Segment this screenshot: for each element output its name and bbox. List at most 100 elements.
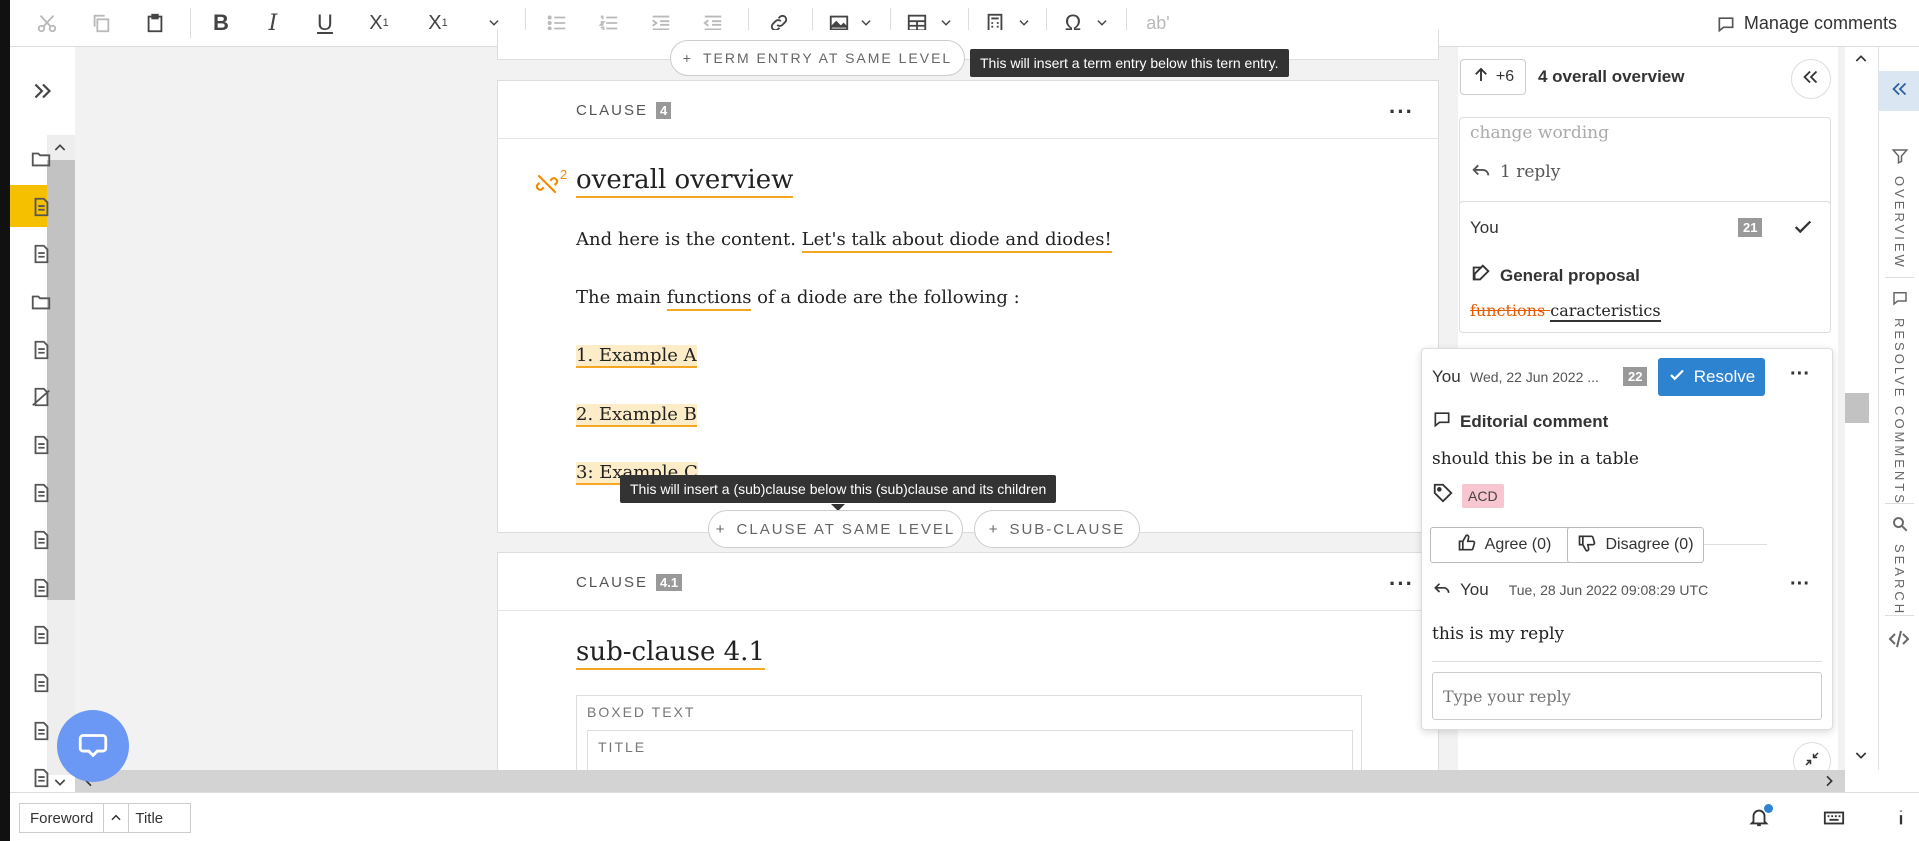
breadcrumb-title[interactable]: Title — [129, 810, 169, 827]
commented-text: Let's talk about diode and diodes! — [801, 229, 1112, 253]
arrow-up-icon — [1472, 66, 1490, 89]
tab-overview[interactable]: OVERVIEW — [1879, 147, 1919, 270]
plus-icon: + — [715, 520, 727, 538]
disagree-button[interactable]: Disagree (0) — [1567, 527, 1704, 563]
paragraph-2[interactable]: The main functions of a diode are the fo… — [576, 287, 1020, 311]
keyboard-icon[interactable] — [1822, 807, 1846, 834]
checkmark-icon[interactable] — [1792, 216, 1814, 243]
bold-icon[interactable]: B — [206, 8, 236, 38]
breadcrumb-chevron-up-icon[interactable] — [103, 804, 130, 832]
comment-group-header: +6 4 overall overview — [1458, 55, 1830, 99]
thumbs-down-icon — [1577, 533, 1597, 558]
tab-resolve-comments[interactable]: RESOLVE COMMENTS — [1879, 289, 1919, 506]
clause-title[interactable]: sub-clause 4.1 — [576, 637, 765, 670]
italic-icon[interactable]: I — [258, 8, 288, 38]
notification-bell-icon[interactable] — [1748, 804, 1773, 833]
paragraph-1[interactable]: And here is the content. Let's talk abou… — [576, 229, 1112, 253]
scroll-down-icon[interactable] — [1853, 747, 1869, 768]
manage-comments-label: Manage comments — [1743, 13, 1897, 33]
info-icon[interactable] — [1890, 806, 1912, 833]
status-bar: Foreword Title — [10, 792, 1919, 841]
panel-scrollbar[interactable] — [1845, 47, 1878, 770]
collapse-sidebar-button[interactable] — [1879, 71, 1919, 111]
expand-group-button[interactable]: +6 — [1460, 59, 1526, 95]
nav-folder-icon[interactable] — [30, 148, 52, 170]
reply-input[interactable] — [1432, 672, 1822, 720]
scroll-right-icon[interactable] — [1821, 773, 1837, 794]
reply-more-icon[interactable]: ··· — [1790, 573, 1810, 596]
nav-document-icon[interactable] — [30, 720, 52, 742]
reply-icon — [1470, 158, 1492, 185]
scroll-up-icon[interactable] — [1853, 51, 1869, 72]
sub-clause-button[interactable]: + SUB-CLAUSE — [974, 510, 1140, 548]
clause-4-1-card[interactable]: CLAUSE 4.1 ··· sub-clause 4.1 BOXED TEXT… — [497, 552, 1439, 785]
nav-document-icon[interactable] — [30, 767, 52, 789]
cut-icon[interactable] — [32, 8, 62, 38]
edit-icon — [1470, 262, 1492, 289]
nav-scroll-up-icon[interactable] — [52, 140, 68, 161]
scroll-thumb[interactable] — [1845, 393, 1869, 423]
tag-badge[interactable]: ACD — [1462, 483, 1504, 508]
nav-document-icon[interactable] — [30, 339, 52, 361]
clause-4-card[interactable]: CLAUSE 4 ··· 2 overall overview And here… — [497, 80, 1439, 533]
tag-icon — [1432, 482, 1454, 509]
subscript-icon[interactable]: X1 — [362, 8, 396, 38]
expand-nav-icon[interactable] — [30, 78, 56, 104]
breadcrumb-foreword[interactable]: Foreword — [20, 810, 103, 827]
collapse-panel-button[interactable] — [1791, 59, 1831, 99]
paste-icon[interactable] — [140, 8, 170, 38]
code-icon[interactable] — [1887, 627, 1911, 656]
comment-date: Wed, 22 Jun 2022 ... — [1470, 369, 1599, 385]
resolve-button[interactable]: Resolve — [1658, 358, 1765, 396]
clause-number: 4 — [656, 101, 672, 119]
clause-title[interactable]: overall overview — [576, 165, 794, 198]
tab-search[interactable]: SEARCH — [1879, 515, 1919, 616]
term-entry-tooltip: This will insert a term entry below this… — [970, 49, 1289, 77]
broken-link-icon[interactable]: 2 — [534, 167, 567, 197]
copy-icon[interactable] — [86, 8, 116, 38]
check-icon — [1668, 366, 1686, 389]
double-chevron-left-icon — [1800, 66, 1822, 93]
breadcrumb: Foreword Title — [19, 803, 191, 833]
chat-bubble-icon — [76, 727, 110, 766]
plus-icon: + — [682, 50, 693, 66]
nav-document-icon[interactable] — [30, 672, 52, 694]
manage-comments-button[interactable]: Manage comments — [1716, 0, 1897, 47]
agree-button[interactable]: Agree (0) — [1430, 527, 1578, 563]
side-tabs: OVERVIEW RESOLVE COMMENTS SEARCH — [1878, 47, 1919, 770]
term-entry-same-level-button[interactable]: + TERM ENTRY AT SAME LEVEL — [670, 40, 965, 76]
chat-support-button[interactable] — [57, 710, 129, 782]
clause-same-level-button[interactable]: + CLAUSE AT SAME LEVEL — [708, 510, 963, 548]
nav-document-icon[interactable] — [30, 243, 52, 265]
nav-document-icon[interactable] — [30, 434, 52, 456]
clause-more-icon[interactable]: ··· — [1389, 99, 1414, 125]
horizontal-scrollbar[interactable] — [75, 770, 1845, 792]
nav-folder-icon[interactable] — [30, 291, 52, 313]
nav-document-icon[interactable] — [30, 482, 52, 504]
nav-document-icon[interactable] — [30, 529, 52, 551]
nav-document-icon[interactable] — [30, 577, 52, 599]
list-item[interactable]: 1. Example A — [576, 345, 697, 368]
comment-number: 22 — [1623, 367, 1648, 386]
boxed-title-field[interactable]: TITLE — [587, 730, 1353, 774]
nav-hidden-document-icon[interactable] — [30, 386, 52, 408]
list-item[interactable]: 2. Example B — [576, 404, 697, 427]
clause-tooltip: This will insert a (sub)clause below thi… — [620, 475, 1057, 503]
proposal-card[interactable]: You 21 General proposal functions caract… — [1459, 201, 1831, 333]
clause-label: CLAUSE 4.1 — [576, 553, 683, 611]
nav-document-icon[interactable] — [30, 624, 52, 646]
clause-label: CLAUSE 4 — [576, 81, 672, 139]
active-comment-card[interactable]: You Wed, 22 Jun 2022 ... 22 Resolve ··· … — [1421, 348, 1833, 730]
plus-icon: + — [988, 520, 1000, 538]
reply-icon — [1432, 577, 1452, 602]
comment-more-icon[interactable]: ··· — [1790, 363, 1810, 386]
clause-more-icon[interactable]: ··· — [1389, 571, 1414, 597]
superscript-icon[interactable]: X1 — [420, 8, 456, 38]
term-entry-card-bottom — [497, 30, 1439, 60]
reply-count[interactable]: 1 reply — [1470, 158, 1560, 185]
underline-icon[interactable]: U — [310, 8, 340, 38]
comment-number: 21 — [1738, 218, 1763, 237]
nav-document-icon[interactable] — [30, 196, 52, 218]
comment-bubble-icon — [1891, 289, 1909, 312]
comment-text: should this be in a table — [1432, 449, 1639, 469]
